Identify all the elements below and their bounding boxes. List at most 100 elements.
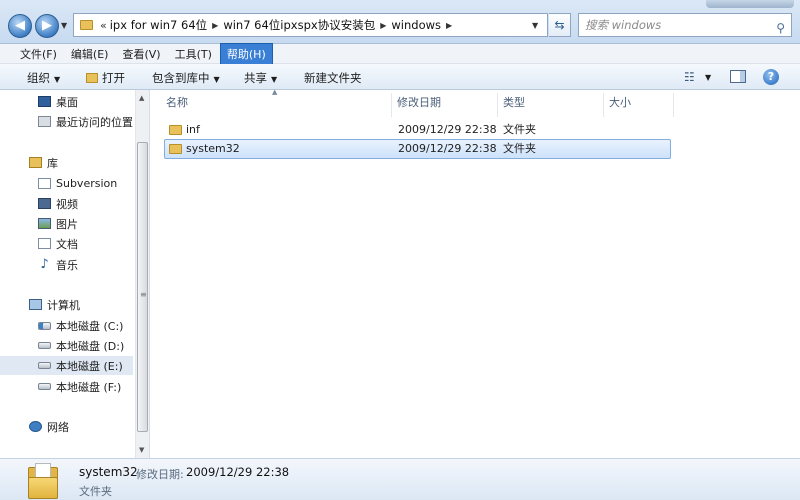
nav-item-label: 文档 — [56, 237, 78, 251]
details-pane: system32 修改日期: 2009/12/29 22:38 文件夹 — [0, 458, 800, 500]
column-header-modified[interactable]: 修改日期 — [397, 93, 498, 117]
file-modified: 2009/12/29 22:38 — [398, 142, 497, 155]
network-icon — [29, 421, 42, 432]
address-box[interactable]: « ipx for win7 64位 ▶ win7 64位ipxspx协议安装包… — [73, 13, 548, 37]
nav-item-network[interactable]: 网络 — [0, 417, 133, 436]
menu-edit[interactable]: 编辑(E) — [65, 44, 115, 64]
column-header-size[interactable]: 大小 — [609, 93, 674, 117]
nav-item-drive-c[interactable]: 本地磁盘 (C:) — [0, 316, 133, 335]
breadcrumb-overflow-icon[interactable]: « — [100, 19, 107, 32]
scroll-up-icon[interactable]: ▲ — [139, 94, 144, 102]
scrollbar-thumb[interactable] — [137, 142, 148, 432]
scroll-down-icon[interactable]: ▼ — [139, 446, 144, 454]
search-input[interactable]: 搜索 windows ⚲ — [578, 13, 792, 37]
address-bar-area: ◀ ▶ ▼ « ipx for win7 64位 ▶ win7 64位ipxsp… — [0, 0, 800, 44]
include-in-library-label: 包含到库中 — [152, 71, 210, 85]
search-placeholder: 搜索 windows — [585, 18, 662, 32]
nav-item-label: 本地磁盘 (F:) — [56, 380, 122, 394]
file-row[interactable]: system32 2009/12/29 22:38 文件夹 — [164, 139, 671, 159]
nav-scrollbar[interactable]: ▲ ≡ ▼ — [135, 90, 149, 458]
nav-item-label: 音乐 — [56, 258, 78, 272]
details-file-name: system32 — [79, 465, 138, 479]
nav-item-music[interactable]: ♪ 音乐 — [0, 255, 133, 274]
folder-icon — [169, 125, 182, 135]
nav-item-label: 最近访问的位置 — [56, 115, 133, 129]
file-row[interactable]: inf 2009/12/29 22:38 文件夹 — [164, 120, 671, 140]
new-folder-button[interactable]: 新建文件夹 — [304, 70, 362, 86]
address-dropdown-icon[interactable]: ▼ — [532, 21, 538, 30]
column-header-type[interactable]: 类型 — [503, 93, 604, 117]
folder-icon — [80, 20, 93, 30]
chevron-down-icon: ▼ — [271, 75, 278, 84]
search-icon[interactable]: ⚲ — [776, 17, 785, 39]
include-in-library-button[interactable]: 包含到库中 ▼ — [152, 70, 220, 86]
nav-item-label: 本地磁盘 (D:) — [56, 339, 125, 353]
nav-item-label: 网络 — [47, 420, 69, 434]
help-icon[interactable]: ? — [763, 69, 779, 85]
nav-item-drive-f[interactable]: 本地磁盘 (F:) — [0, 377, 133, 396]
nav-item-label: 图片 — [56, 217, 78, 231]
breadcrumb-arrow-icon[interactable]: ▶ — [212, 21, 218, 30]
recent-pages-dropdown-icon[interactable]: ▼ — [61, 21, 67, 30]
organize-label: 组织 — [27, 71, 50, 85]
picture-icon — [38, 218, 51, 229]
file-name: inf — [186, 123, 200, 136]
drive-icon — [38, 383, 51, 390]
open-folder-icon — [86, 73, 98, 83]
libraries-icon — [29, 157, 42, 168]
file-modified: 2009/12/29 22:38 — [398, 123, 497, 136]
nav-item-label: 本地磁盘 (C:) — [56, 319, 124, 333]
chevron-down-icon: ▼ — [213, 75, 220, 84]
open-label: 打开 — [102, 71, 125, 85]
nav-item-libraries[interactable]: 库 — [0, 153, 133, 172]
drive-icon — [38, 342, 51, 349]
refresh-button[interactable]: ⇆ — [549, 13, 571, 37]
nav-item-label: 桌面 — [56, 95, 78, 109]
navigation-pane: 桌面 最近访问的位置 库 Subversion 视频 图片 文档 ♪ 音乐 计算机… — [0, 90, 150, 458]
back-button[interactable]: ◀ — [8, 14, 32, 38]
nav-item-computer[interactable]: 计算机 — [0, 295, 133, 314]
nav-item-videos[interactable]: 视频 — [0, 194, 133, 213]
open-button[interactable]: 打开 — [86, 70, 125, 86]
nav-item-drive-d[interactable]: 本地磁盘 (D:) — [0, 336, 133, 355]
breadcrumb-arrow-icon[interactable]: ▶ — [446, 21, 452, 30]
nav-item-drive-e[interactable]: 本地磁盘 (E:) — [0, 356, 133, 375]
drive-icon — [38, 362, 51, 369]
recent-places-icon — [38, 116, 51, 127]
preview-pane-icon[interactable] — [730, 70, 746, 83]
details-modified-label: 修改日期: — [136, 468, 184, 481]
details-file-type: 文件夹 — [79, 485, 112, 498]
menu-help[interactable]: 帮助(H) — [219, 42, 273, 65]
menu-bar: 文件(F) 编辑(E) 查看(V) 工具(T) 帮助(H) — [0, 42, 800, 65]
nav-item-label: 计算机 — [47, 298, 80, 312]
breadcrumb-item[interactable]: ipx for win7 64位 — [110, 17, 207, 33]
view-options-icon[interactable]: ☷ — [684, 70, 695, 84]
nav-item-documents[interactable]: 文档 — [0, 234, 133, 253]
breadcrumb-item[interactable]: win7 64位ipxspx协议安装包 — [223, 17, 375, 33]
nav-item-label: 视频 — [56, 197, 78, 211]
nav-item-desktop[interactable]: 桌面 — [0, 92, 133, 111]
nav-item-label: Subversion — [56, 177, 118, 190]
file-name: system32 — [186, 142, 240, 155]
nav-item-label: 本地磁盘 (E:) — [56, 359, 123, 373]
nav-item-pictures[interactable]: 图片 — [0, 214, 133, 233]
organize-button[interactable]: 组织 ▼ — [27, 70, 60, 86]
menu-tools[interactable]: 工具(T) — [169, 44, 218, 64]
share-button[interactable]: 共享 ▼ — [244, 70, 277, 86]
window-controls[interactable] — [706, 0, 794, 8]
folder-icon — [169, 144, 182, 154]
column-header-name[interactable]: 名称 — [166, 93, 392, 117]
folder-icon — [28, 463, 58, 499]
chevron-down-icon[interactable]: ▼ — [705, 73, 711, 82]
forward-button[interactable]: ▶ — [35, 14, 59, 38]
file-type: 文件夹 — [503, 142, 536, 155]
nav-item-subversion[interactable]: Subversion — [0, 174, 133, 193]
menu-file[interactable]: 文件(F) — [14, 44, 63, 64]
chevron-down-icon: ▼ — [54, 75, 61, 84]
file-type: 文件夹 — [503, 123, 536, 136]
desktop-icon — [38, 96, 51, 107]
breadcrumb-item[interactable]: windows — [391, 18, 441, 32]
nav-item-recent-places[interactable]: 最近访问的位置 — [0, 112, 133, 131]
breadcrumb-arrow-icon[interactable]: ▶ — [380, 21, 386, 30]
menu-view[interactable]: 查看(V) — [116, 44, 166, 64]
